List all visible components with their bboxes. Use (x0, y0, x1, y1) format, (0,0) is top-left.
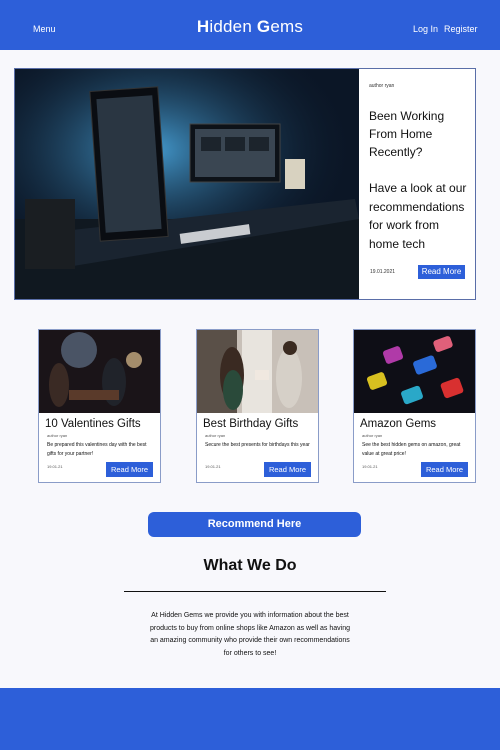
card-title[interactable]: 10 Valentines Gifts (45, 418, 141, 430)
card-image-valentines[interactable] (39, 330, 160, 413)
login-link[interactable]: Log In (413, 24, 438, 34)
card-image-birthday[interactable] (197, 330, 318, 413)
hero-text-block: author ryan Been Working From Home Recen… (369, 83, 469, 253)
hero-date: 19.01.2021 (370, 269, 396, 275)
article-card-amazon: Amazon Gems author ryan See the best hid… (353, 329, 476, 483)
card-read-more-button[interactable]: Read More (106, 462, 153, 477)
card-title[interactable]: Best Birthday Gifts (203, 418, 298, 430)
what-we-do-heading: What We Do (203, 557, 297, 574)
logo-initial-h: H (196, 17, 210, 36)
card-image-amazon[interactable] (354, 330, 475, 413)
featured-article: author ryan Been Working From Home Recen… (14, 68, 476, 300)
card-date: 19.01.21 (205, 464, 221, 469)
logo-initial-g: G (256, 17, 271, 36)
card-author: author ryan (205, 433, 226, 438)
article-card-birthday: Best Birthday Gifts author ryan Secure t… (196, 329, 319, 483)
hero-image-desk-setup[interactable] (15, 69, 359, 299)
logo-text-ems: ems (270, 17, 304, 36)
card-author: author ryan (47, 433, 68, 438)
footer-bar (0, 688, 500, 750)
desk-setup-illustration (15, 69, 359, 299)
card-read-more-button[interactable]: Read More (264, 462, 311, 477)
valentines-dinner-photo (39, 330, 160, 413)
logo-text-idden: idden (209, 17, 257, 36)
card-description: See the best hidden gems on amazon, grea… (362, 442, 461, 457)
what-we-do-body: At Hidden Gems we provide you with infor… (150, 612, 350, 657)
card-date: 19.01.21 (47, 464, 63, 469)
card-description: Be prepared this valentines day with the… (47, 442, 147, 457)
register-link[interactable]: Register (444, 24, 478, 34)
card-date: 19.01.21 (362, 464, 378, 469)
hero-read-more-button[interactable]: Read More (418, 265, 465, 279)
section-divider (124, 591, 386, 592)
card-read-more-button[interactable]: Read More (421, 462, 468, 477)
hero-author: author ryan (369, 83, 395, 89)
recommend-here-button[interactable]: Recommend Here (148, 512, 361, 537)
card-description: Secure the best presents for birthdays t… (205, 442, 310, 448)
hero-title[interactable]: Been Working From Home Recently? (369, 107, 469, 161)
top-nav-bar: Menu Hidden Gems Log In Register (0, 0, 500, 50)
article-card-valentines: 10 Valentines Gifts author ryan Be prepa… (38, 329, 161, 483)
phone-apps-photo (354, 330, 475, 413)
card-author: author ryan (362, 433, 383, 438)
card-title[interactable]: Amazon Gems (360, 418, 436, 430)
hero-subtitle: Have a look at our recommendations for w… (369, 181, 467, 251)
birthday-gift-photo (197, 330, 318, 413)
